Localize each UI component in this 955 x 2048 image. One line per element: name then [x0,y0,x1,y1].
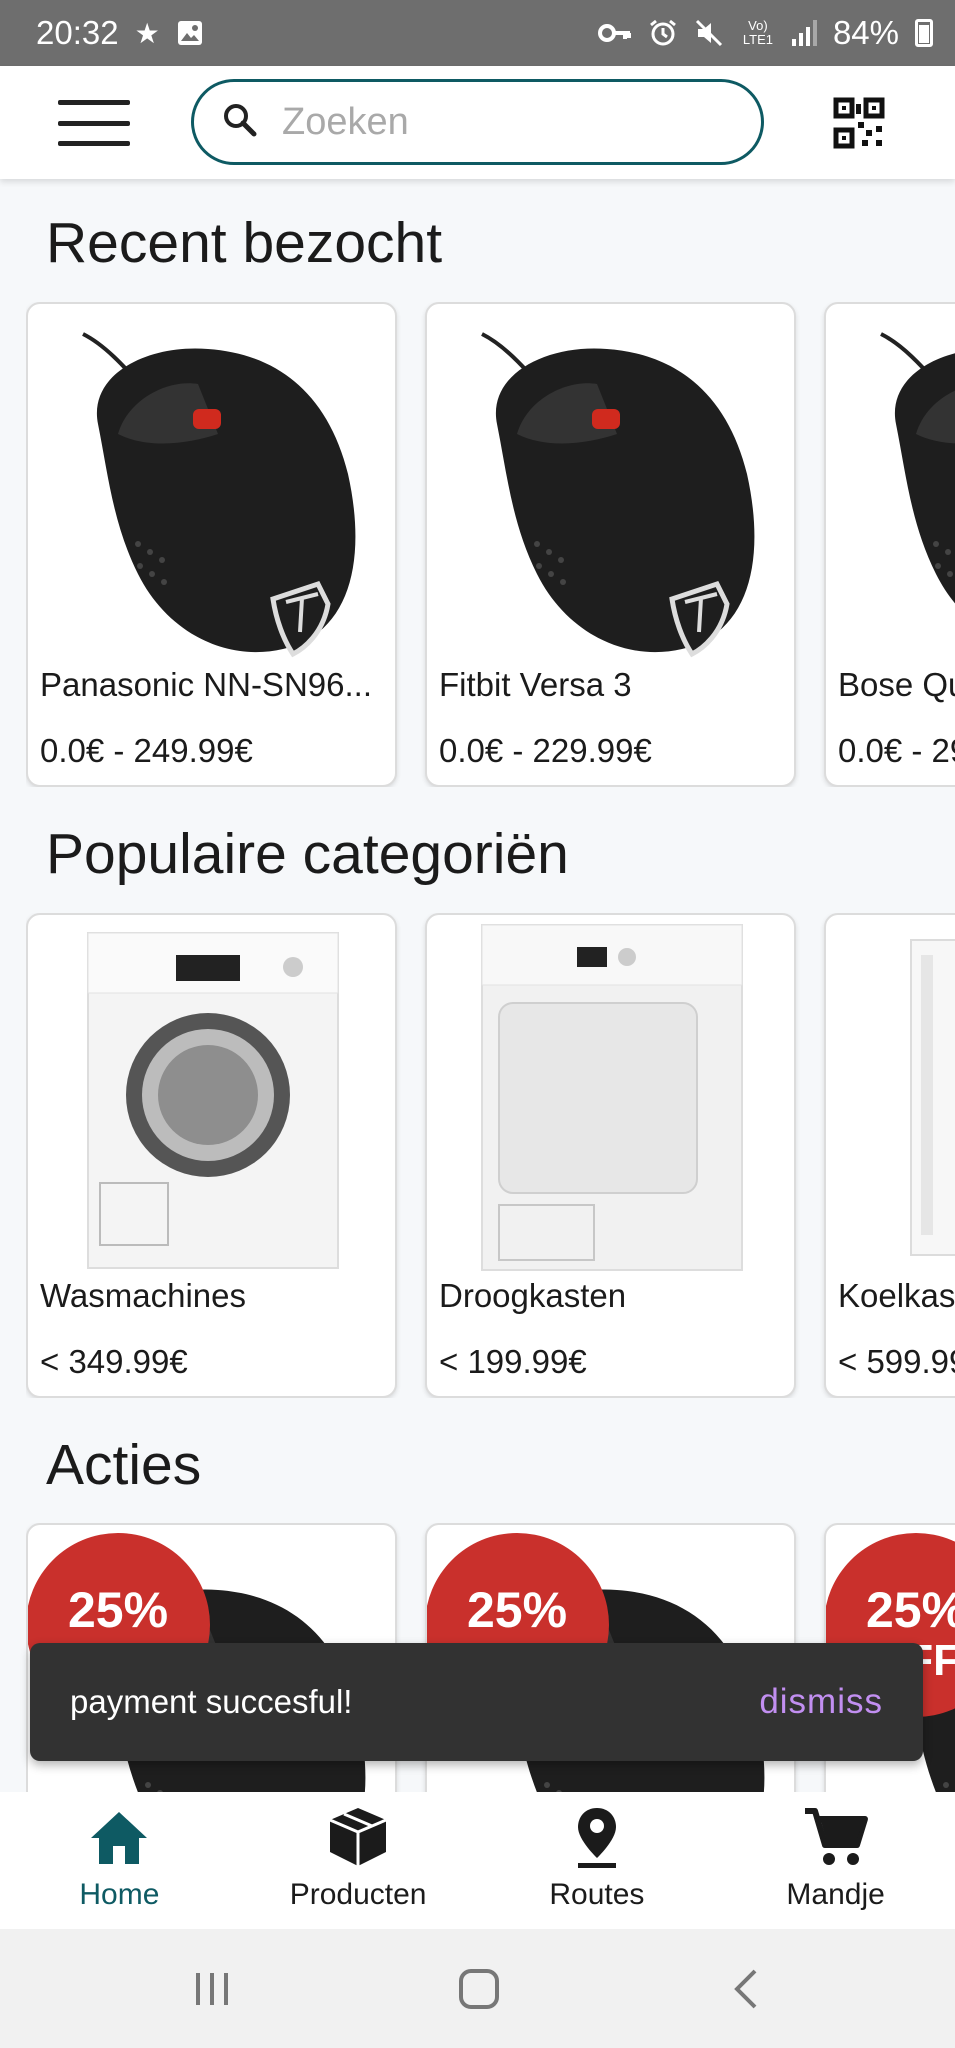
product-price: 0.0€ - 29 [838,732,955,769]
qr-code-icon [833,97,885,149]
mute-icon [694,18,724,48]
product-name: Fitbit Versa 3 [439,666,632,703]
home-system-button[interactable] [444,1959,514,2019]
product-image [28,304,397,664]
back-chevron-icon [734,1969,757,2009]
nav-label: Home [79,1878,160,1911]
cart-icon [801,1802,871,1872]
nav-producten[interactable]: Producten [239,1792,478,1929]
volte-indicator: Vo) LTE1 [742,18,773,47]
search-input[interactable] [282,100,722,144]
search-bar[interactable] [191,79,764,165]
nav-home[interactable]: Home [0,1792,239,1929]
app-bar [0,66,955,179]
category-image [826,915,955,1275]
image-icon [176,19,204,47]
category-price: < 199.99€ [439,1343,587,1380]
category-card[interactable]: Koelkas < 599.99 [824,913,955,1398]
categories-carousel[interactable]: Wasmachines < 349.99€ Droogkasten < 199.… [26,913,955,1398]
product-card[interactable]: Bose Qu 0.0€ - 29 [824,302,955,787]
product-price: 0.0€ - 249.99€ [40,732,253,769]
recent-apps-button[interactable] [177,1959,247,2019]
home-icon [84,1802,154,1872]
deal-badge-text: 25% [866,1582,955,1638]
system-navigation-bar [0,1929,955,2048]
category-card[interactable]: Wasmachines < 349.99€ [26,913,397,1398]
search-icon [222,102,258,143]
deal-badge-text: 25% [68,1582,168,1638]
product-name: Bose Qu [838,666,955,703]
battery-percent: 84% [832,14,899,51]
menu-icon [58,100,130,105]
section-title-recent: Recent bezocht [46,211,443,275]
snackbar: payment succesful! dismiss [30,1643,923,1761]
package-icon [323,1802,393,1872]
product-card[interactable]: Panasonic NN-SN96... 0.0€ - 249.99€ [26,302,397,787]
star-icon: ★ [134,17,160,49]
category-name: Wasmachines [40,1277,247,1314]
nav-mandje[interactable]: Mandje [716,1792,955,1929]
category-image [28,915,397,1275]
battery-icon [915,19,933,47]
category-price: < 349.99€ [40,1343,188,1380]
signal-icon [791,20,817,46]
status-time: 20:32 [36,14,119,51]
qr-scan-button[interactable] [832,96,886,150]
key-icon [597,22,632,44]
status-bar: 20:32 ★ Vo) LTE1 84% [0,0,955,66]
nav-label: Producten [289,1878,427,1911]
section-title-categories: Populaire categoriën [46,822,569,886]
alarm-icon [648,18,678,48]
bottom-navigation: Home Producten Routes Mandje [0,1792,955,1929]
nav-routes[interactable]: Routes [478,1792,717,1929]
category-image [427,915,796,1275]
category-name: Droogkasten [439,1277,627,1314]
product-price: 0.0€ - 229.99€ [439,732,652,769]
location-pin-icon [562,1802,632,1872]
nav-label: Mandje [786,1878,885,1911]
product-image [826,304,955,664]
product-image [427,304,796,664]
deal-badge-text: 25% [467,1582,567,1638]
snackbar-dismiss-button[interactable]: dismiss [759,1682,883,1722]
category-card[interactable]: Droogkasten < 199.99€ [425,913,796,1398]
recent-products-carousel[interactable]: Panasonic NN-SN96... 0.0€ - 249.99€ Fitb… [26,302,955,787]
recent-apps-icon [196,1973,228,2005]
nav-label: Routes [549,1878,645,1911]
product-card[interactable]: Fitbit Versa 3 0.0€ - 229.99€ [425,302,796,787]
product-name: Panasonic NN-SN96... [40,666,372,703]
back-button[interactable] [712,1959,782,2019]
category-name: Koelkas [838,1277,955,1314]
category-price: < 599.99 [838,1343,955,1380]
home-square-icon [459,1969,499,2009]
menu-button[interactable] [58,100,130,146]
snackbar-message: payment succesful! [70,1683,353,1720]
section-title-deals: Acties [46,1433,202,1497]
